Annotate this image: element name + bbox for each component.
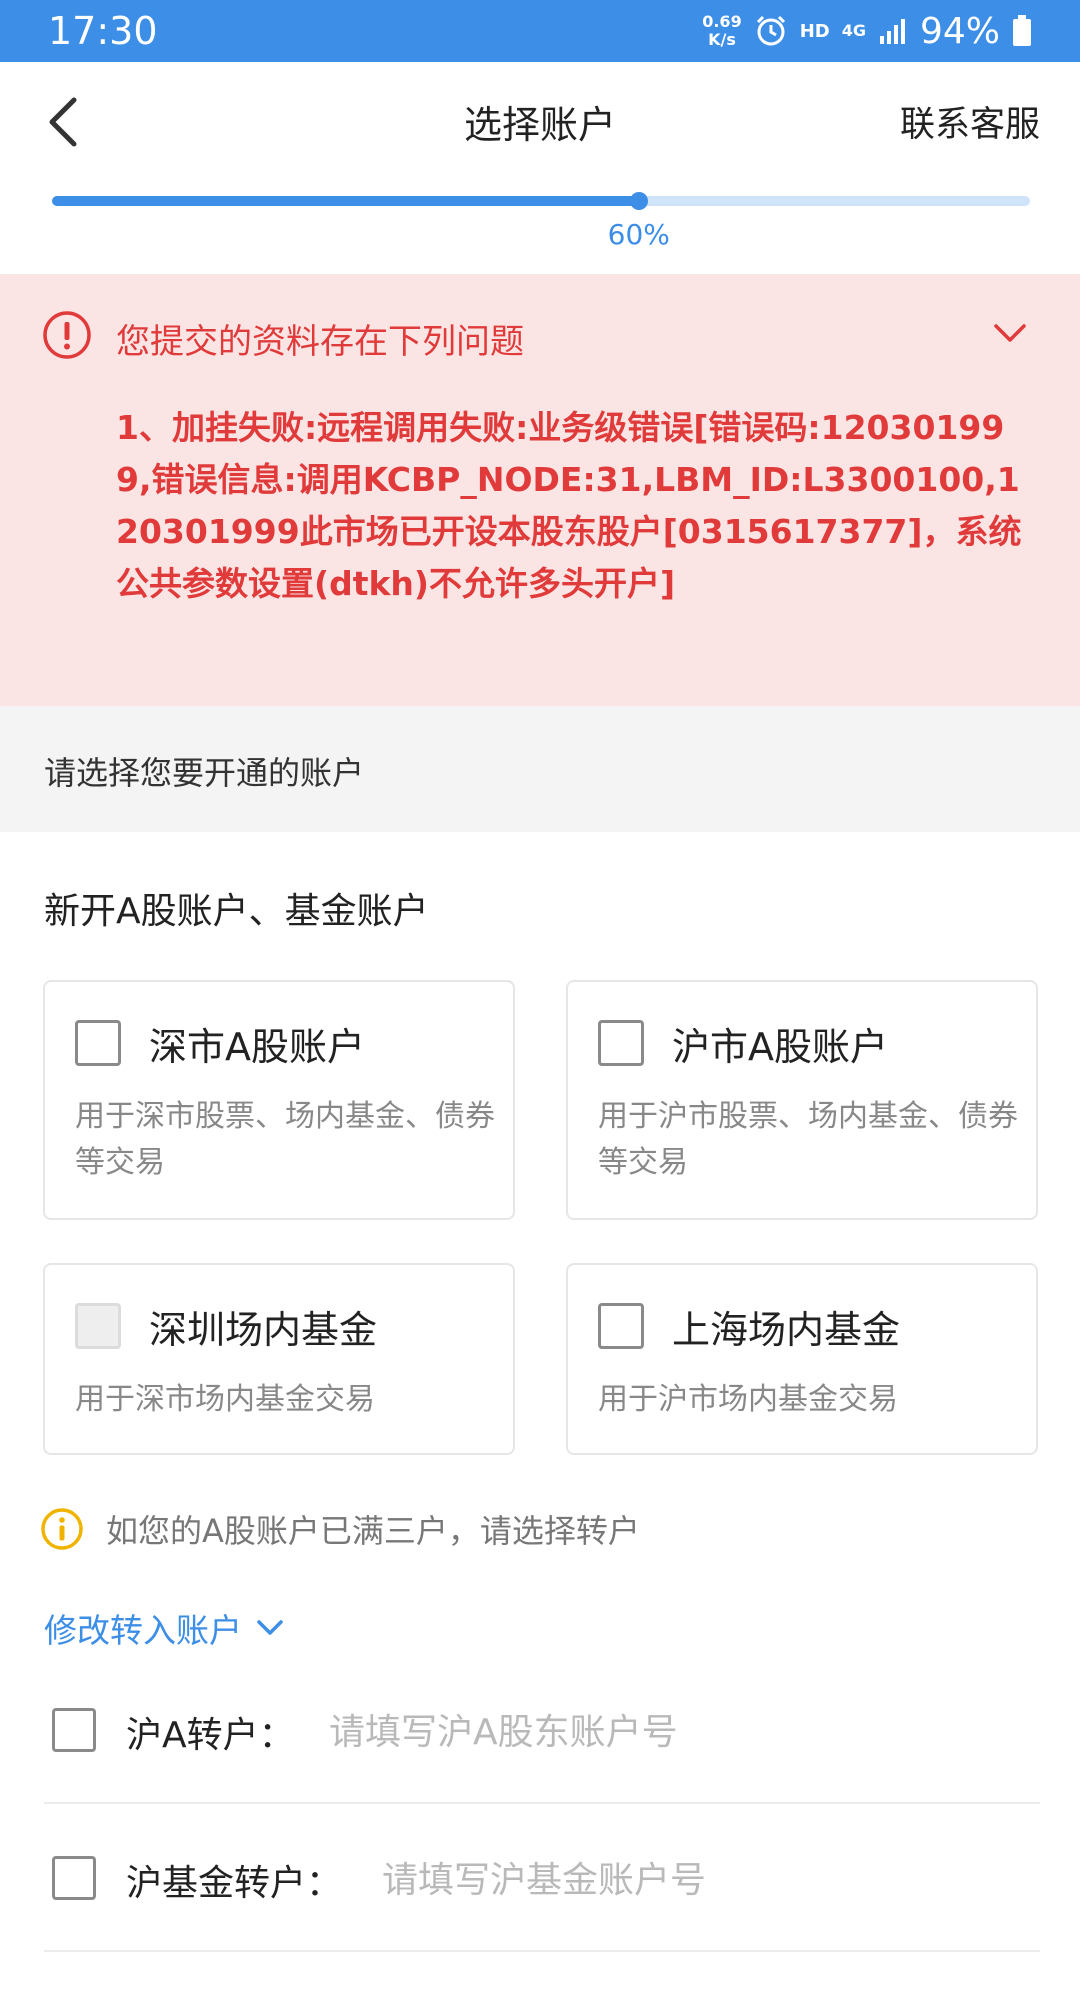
error-title: 您提交的资料存在下列问题 xyxy=(116,322,524,362)
modify-transfer-account-link[interactable]: 修改转入账户 xyxy=(44,1604,284,1652)
progress-bar xyxy=(52,192,1030,210)
checkbox[interactable] xyxy=(75,1020,121,1066)
header: 选择账户 联系客服 xyxy=(0,62,1080,180)
hd-indicator: HD xyxy=(799,20,830,42)
alarm-icon xyxy=(756,15,785,46)
card-sz-a-share[interactable]: 深市A股账户 用于深市股票、场内基金、债券等交易 xyxy=(43,980,515,1220)
status-icons: 0.69 K/s HD 4G 94% xyxy=(702,11,1032,52)
error-message: 1、加挂失败:远程调用失败:业务级错误[错误码:120301999,错误信息:调… xyxy=(116,408,1022,603)
section-hint: 请选择您要开通的账户 xyxy=(0,706,1080,832)
card-title: 深圳场内基金 xyxy=(149,1308,378,1352)
card-desc: 用于深市股票、场内基金、债券等交易 xyxy=(75,1099,495,1180)
card-title: 深市A股账户 xyxy=(149,1025,365,1069)
chevron-down-icon[interactable] xyxy=(990,318,1030,348)
checkbox-disabled xyxy=(75,1303,121,1349)
info-icon xyxy=(41,1508,83,1550)
card-title: 沪市A股账户 xyxy=(672,1025,888,1069)
transfer-row-sh-a: 沪A转户： xyxy=(44,1664,1040,1804)
transfer-label: 沪基金转户： xyxy=(126,1863,343,1904)
checkbox[interactable] xyxy=(52,1708,96,1752)
transfer-label: 沪A转户： xyxy=(126,1715,295,1756)
progress-knob xyxy=(629,192,648,210)
error-panel: 您提交的资料存在下列问题 1、加挂失败:远程调用失败:业务级错误[错误码:120… xyxy=(0,274,1080,706)
card-desc: 用于沪市股票、场内基金、债券等交易 xyxy=(598,1099,1018,1180)
contact-support-button[interactable]: 联系客服 xyxy=(900,96,1040,147)
card-desc: 用于深市场内基金交易 xyxy=(75,1382,375,1417)
checkbox[interactable] xyxy=(52,1856,96,1900)
modify-link-label: 修改转入账户 xyxy=(44,1611,242,1650)
status-time: 17:30 xyxy=(48,9,158,53)
section-hint-text: 请选择您要开通的账户 xyxy=(44,754,365,792)
chevron-down-icon xyxy=(257,1620,283,1635)
transfer-row-sh-fund: 沪基金转户： xyxy=(44,1812,1040,1952)
group-title: 新开A股账户、基金账户 xyxy=(44,891,429,932)
checkbox[interactable] xyxy=(598,1303,644,1349)
info-text: 如您的A股账户已满三户，请选择转户 xyxy=(106,1512,640,1550)
card-sz-fund[interactable]: 深圳场内基金 用于深市场内基金交易 xyxy=(43,1263,515,1455)
card-sh-a-share[interactable]: 沪市A股账户 用于沪市股票、场内基金、债券等交易 xyxy=(566,980,1038,1220)
battery-icon xyxy=(1013,15,1031,46)
network-speed: 0.69 K/s xyxy=(702,12,742,49)
alert-icon xyxy=(43,311,91,359)
progress-fill xyxy=(52,196,639,206)
card-title: 上海场内基金 xyxy=(672,1308,901,1352)
card-sh-fund[interactable]: 上海场内基金 用于沪市场内基金交易 xyxy=(566,1263,1038,1455)
signal-icon xyxy=(879,19,905,44)
checkbox[interactable] xyxy=(598,1020,644,1066)
info-row: 如您的A股账户已满三户，请选择转户 xyxy=(40,1506,640,1552)
card-desc: 用于沪市场内基金交易 xyxy=(598,1382,898,1417)
status-bar: 17:30 0.69 K/s HD 4G 94% xyxy=(0,0,1080,62)
battery-level: 94% xyxy=(919,10,1000,52)
progress-percent: 60% xyxy=(607,218,670,251)
sh-a-account-input[interactable] xyxy=(329,1702,1029,1762)
sh-fund-account-input[interactable] xyxy=(382,1850,1032,1910)
network-type: 4G xyxy=(841,21,866,40)
